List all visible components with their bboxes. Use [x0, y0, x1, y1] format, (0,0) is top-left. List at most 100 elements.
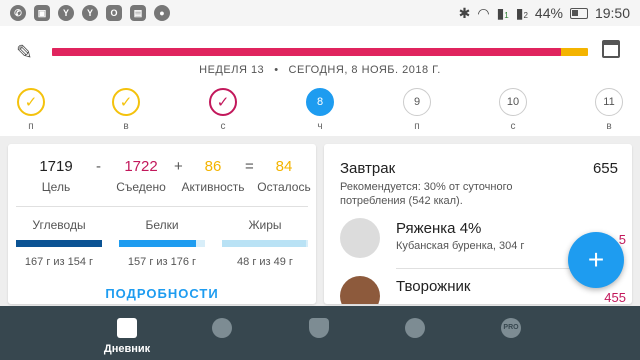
- shield-icon: [309, 318, 329, 338]
- macro-carbs: Углеводы 167 г из 154 г: [16, 218, 102, 268]
- macro-amount: 157 г из 176 г: [127, 256, 197, 268]
- edit-pencil-icon[interactable]: ✎: [16, 40, 33, 65]
- day-monday[interactable]: ✓ п: [16, 88, 46, 132]
- nav-diary[interactable]: Дневник: [97, 306, 157, 360]
- diary-header: ✎ НЕДЕЛЯ 13 • СЕГОДНЯ, 8 НОЯБ. 2018 Г. ✓ п…: [0, 26, 640, 136]
- day-circle: ✓: [209, 88, 237, 116]
- day-circle: 11: [595, 88, 623, 116]
- week-label: НЕДЕЛЯ 13: [199, 64, 265, 76]
- macro-bar: [16, 240, 102, 247]
- nav-recipes[interactable]: [192, 306, 252, 360]
- divider: [396, 268, 596, 269]
- system-status: ✱ ◠ ▮1 ▮2 44% 19:50: [459, 5, 630, 22]
- day-sunday[interactable]: 11 в: [594, 88, 624, 132]
- activity-value: 86: [204, 158, 222, 175]
- day-label: в: [123, 121, 129, 132]
- goal-value: 1719: [39, 158, 73, 175]
- bluetooth-icon: ✱: [458, 4, 471, 21]
- macro-fat: Жиры 48 г из 49 г: [222, 218, 308, 268]
- day-circle: ✓: [17, 88, 45, 116]
- day-tuesday[interactable]: ✓ в: [111, 88, 141, 132]
- add-food-button[interactable]: +: [568, 232, 624, 288]
- day-label: п: [28, 121, 34, 132]
- macro-name: Жиры: [248, 218, 282, 232]
- macro-bar-fill: [119, 240, 196, 247]
- eaten-value: 1722: [124, 158, 158, 175]
- divider: [16, 206, 308, 207]
- day-wednesday[interactable]: ✓ с: [208, 88, 238, 132]
- pro-icon: PRO: [501, 318, 521, 338]
- yandex-icon: Y: [82, 5, 98, 21]
- eaten-label: Съедено: [116, 180, 166, 194]
- remaining-label: Осталось: [257, 180, 311, 194]
- today-date: СЕГОДНЯ, 8 НОЯБ. 2018 Г.: [288, 64, 441, 76]
- signal-sim1-icon: ▮1: [496, 4, 509, 21]
- clock: 19:50: [594, 5, 630, 21]
- diary-icon: [117, 318, 137, 338]
- macro-amount: 48 г из 49 г: [237, 256, 293, 268]
- food-details: Кубанская буренка, 304 г: [396, 240, 525, 252]
- week-day-strip: ✓ п ✓ в ✓ с 8 ч 9 п 10 с 11 в: [0, 88, 640, 136]
- photo-icon: ▤: [130, 5, 146, 21]
- macro-amount: 167 г из 154 г: [24, 256, 94, 268]
- food-image: [340, 276, 380, 304]
- day-circle: 9: [403, 88, 431, 116]
- day-label: ч: [317, 121, 323, 132]
- details-button[interactable]: ПОДРОБНОСТИ: [8, 286, 316, 301]
- bottom-navigation: Дневник PRO: [0, 306, 640, 360]
- macro-bar: [119, 240, 205, 247]
- yandex-icon: Y: [58, 5, 74, 21]
- nav-health[interactable]: [289, 306, 349, 360]
- day-label: с: [220, 121, 226, 132]
- day-circle: 10: [499, 88, 527, 116]
- calendar-icon[interactable]: [602, 40, 620, 58]
- signal-sim2-icon: ▮2: [515, 4, 528, 21]
- day-label: п: [414, 121, 420, 132]
- day-label: в: [606, 121, 612, 132]
- notification-icons: ✆ ▣ Y Y O ▤ ●: [10, 5, 170, 21]
- calorie-equation: 1719 Цель - 1722 Съедено + 86 Активность…: [8, 158, 316, 198]
- nav-profile[interactable]: [385, 306, 445, 360]
- calorie-progress-fill: [52, 48, 562, 56]
- profile-icon: [405, 318, 425, 338]
- macro-bar-fill: [222, 240, 307, 247]
- day-saturday[interactable]: 10 с: [498, 88, 528, 132]
- message-icon: ▣: [34, 5, 50, 21]
- day-label: с: [510, 121, 516, 132]
- food-name: Ряженка 4%: [396, 220, 482, 237]
- nav-label: Дневник: [103, 343, 151, 355]
- activity-label: Активность: [181, 180, 245, 194]
- meal-title: Завтрак: [340, 160, 396, 177]
- recipes-icon: [212, 318, 232, 338]
- week-date-line: НЕДЕЛЯ 13 • СЕГОДНЯ, 8 НОЯБ. 2018 Г.: [0, 64, 640, 76]
- wifi-icon: ◠: [477, 4, 490, 21]
- food-calories: 455: [604, 290, 626, 304]
- macro-name: Белки: [145, 218, 179, 232]
- battery-icon: [569, 7, 588, 19]
- remaining-value: 84: [275, 158, 293, 175]
- macro-bar: [222, 240, 308, 247]
- separator-dot: •: [274, 64, 279, 76]
- day-circle: ✓: [112, 88, 140, 116]
- nav-pro[interactable]: PRO: [481, 306, 541, 360]
- eaten-block: 1722 Съедено: [108, 158, 174, 194]
- food-name: Творожник: [396, 278, 471, 295]
- goal-label: Цель: [41, 180, 71, 194]
- food-image: [340, 218, 380, 258]
- day-circle: 8: [306, 88, 334, 116]
- meal-recommendation: Рекомендуется: 30% от суточного потребле…: [340, 181, 513, 207]
- meal-calories: 655: [592, 160, 618, 177]
- outlook-icon: O: [106, 5, 122, 21]
- goal-block: 1719 Цель: [26, 158, 86, 194]
- status-bar: ✆ ▣ Y Y O ▤ ● ✱ ◠ ▮1 ▮2 44% 19:50: [0, 0, 640, 26]
- calorie-progress-bar: [52, 48, 588, 56]
- activity-block: 86 Активность: [176, 158, 250, 194]
- macro-protein: Белки 157 г из 176 г: [119, 218, 205, 268]
- minus-sign: -: [96, 158, 101, 175]
- notification-icon: ●: [154, 5, 170, 21]
- battery-percent: 44%: [534, 5, 563, 21]
- day-thursday[interactable]: 8 ч: [305, 88, 335, 132]
- day-friday[interactable]: 9 п: [402, 88, 432, 132]
- phone-icon: ✆: [10, 5, 26, 21]
- remaining-block: 84 Осталось: [253, 158, 315, 194]
